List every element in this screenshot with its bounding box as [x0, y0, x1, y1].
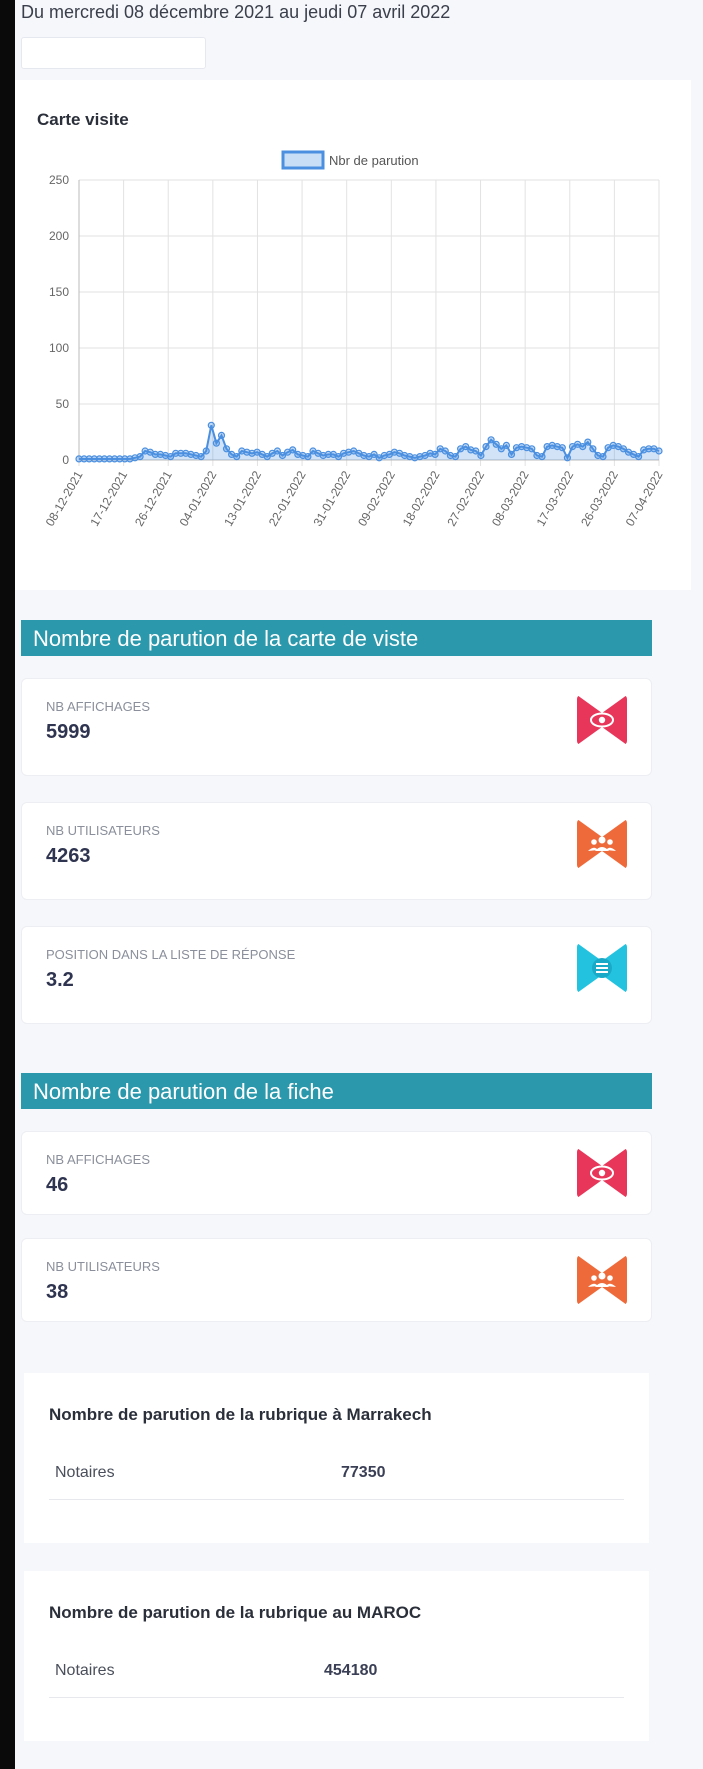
- x-tick-label: 08-03-2022: [489, 468, 532, 528]
- line-chart: Nbr de parution 08-12-2021 17-12-2021 26-1…: [43, 150, 666, 529]
- y-tick-label: 150: [49, 285, 69, 299]
- rubrique-value: 77350: [341, 1464, 386, 1481]
- data-point: [289, 446, 297, 454]
- stat-value: 38: [46, 1281, 69, 1303]
- x-tick-label: 22-01-2022: [266, 468, 309, 528]
- stat-value: 5999: [46, 721, 91, 743]
- data-point: [579, 443, 587, 451]
- x-tick-label: 27-02-2022: [444, 468, 487, 528]
- rubrique-value: 454180: [324, 1662, 378, 1679]
- stat-card-utilisateurs-fiche: NB UTILISATEURS 38: [21, 1238, 652, 1322]
- list-icon: [577, 943, 627, 993]
- data-point: [599, 453, 607, 461]
- x-tick-label: 17-03-2022: [534, 468, 577, 528]
- data-point: [233, 453, 241, 461]
- data-point: [538, 453, 546, 461]
- stat-label: NB UTILISATEURS: [46, 823, 160, 838]
- x-tick-label: 31-01-2022: [310, 468, 353, 528]
- data-point: [273, 447, 281, 455]
- stat-label: NB UTILISATEURS: [46, 1259, 160, 1274]
- data-point: [217, 431, 226, 439]
- data-point: [584, 438, 592, 446]
- x-tick-label: 26-12-2021: [132, 468, 175, 528]
- data-point: [472, 447, 480, 455]
- eye-icon: [577, 1148, 627, 1198]
- stat-label: POSITION DANS LA LISTE DE RÉPONSE: [46, 947, 296, 962]
- data-point: [136, 453, 144, 461]
- data-point: [589, 445, 597, 453]
- data-point: [441, 447, 449, 455]
- users-icon: [577, 1255, 627, 1305]
- stat-value: 46: [46, 1174, 69, 1196]
- stat-card-utilisateurs-carte: NB UTILISATEURS 4263: [21, 802, 652, 900]
- data-point: [634, 453, 643, 461]
- data-point: [487, 436, 495, 444]
- data-point: [558, 444, 566, 452]
- data-point: [502, 441, 510, 449]
- rubrique-marrakech-title: Nombre de parution de la rubrique à Marr…: [49, 1405, 432, 1424]
- y-tick-label: 0: [62, 453, 69, 467]
- section-carte-header: Nombre de parution de la carte de viste: [21, 620, 652, 656]
- date-range-text: Du mercredi 08 décembre 2021 au jeudi 07…: [21, 2, 451, 22]
- x-tick-label: 09-02-2022: [355, 468, 398, 528]
- x-tick-label: 17-12-2021: [87, 468, 130, 528]
- data-point: [563, 454, 572, 462]
- data-point: [212, 439, 220, 447]
- section-fiche-header: Nombre de parution de la fiche: [21, 1073, 652, 1109]
- data-point: [528, 445, 536, 453]
- divider: [49, 1697, 624, 1698]
- legend-swatch: [281, 150, 325, 170]
- chart-card: Carte visite Nbr de parution 08-12-2021 1…: [15, 80, 691, 590]
- stat-value: 3.2: [46, 969, 74, 991]
- stat-value: 4263: [46, 845, 91, 867]
- rubrique-maroc-card: Nombre de parution de la rubrique au MAR…: [24, 1571, 649, 1741]
- left-edge-strip: [0, 0, 15, 1769]
- x-tick-label: 07-04-2022: [623, 468, 666, 528]
- data-point: [202, 447, 210, 455]
- x-tick-label: 13-01-2022: [221, 468, 264, 528]
- x-tick-label: 04-01-2022: [177, 468, 220, 528]
- date-range-input[interactable]: [21, 37, 206, 69]
- data-point: [482, 443, 490, 451]
- rubrique-name: Notaires: [55, 1662, 115, 1679]
- data-point: [304, 453, 312, 461]
- y-tick-label: 50: [56, 397, 70, 411]
- data-point: [451, 453, 460, 461]
- rubrique-name: Notaires: [55, 1464, 115, 1481]
- data-point: [222, 445, 231, 453]
- data-point: [207, 421, 215, 429]
- eye-icon: [577, 695, 627, 745]
- data-point: [197, 453, 205, 461]
- data-point: [655, 447, 663, 455]
- x-tick-label: 08-12-2021: [43, 468, 86, 528]
- x-tick-label: 18-02-2022: [400, 468, 443, 528]
- data-point: [507, 450, 516, 458]
- legend-label: Nbr de parution: [329, 153, 419, 168]
- data-point: [431, 450, 439, 458]
- users-icon: [577, 819, 627, 869]
- stat-card-affichages-carte: NB AFFICHAGES 5999: [21, 678, 652, 776]
- y-tick-label: 200: [49, 229, 69, 243]
- data-point: [477, 451, 485, 460]
- y-tick-label: 250: [49, 173, 69, 187]
- stat-card-position: POSITION DANS LA LISTE DE RÉPONSE 3.2: [21, 926, 652, 1024]
- divider: [49, 1499, 624, 1500]
- data-point: [492, 440, 500, 448]
- stat-label: NB AFFICHAGES: [46, 699, 151, 714]
- stat-card-affichages-fiche: NB AFFICHAGES 46: [21, 1131, 652, 1215]
- stat-label: NB AFFICHAGES: [46, 1152, 151, 1167]
- x-tick-label: 26-03-2022: [578, 468, 621, 528]
- rubrique-marrakech-card: Nombre de parution de la rubrique à Marr…: [24, 1373, 649, 1543]
- rubrique-maroc-title: Nombre de parution de la rubrique au MAR…: [49, 1603, 422, 1622]
- y-tick-label: 100: [49, 341, 69, 355]
